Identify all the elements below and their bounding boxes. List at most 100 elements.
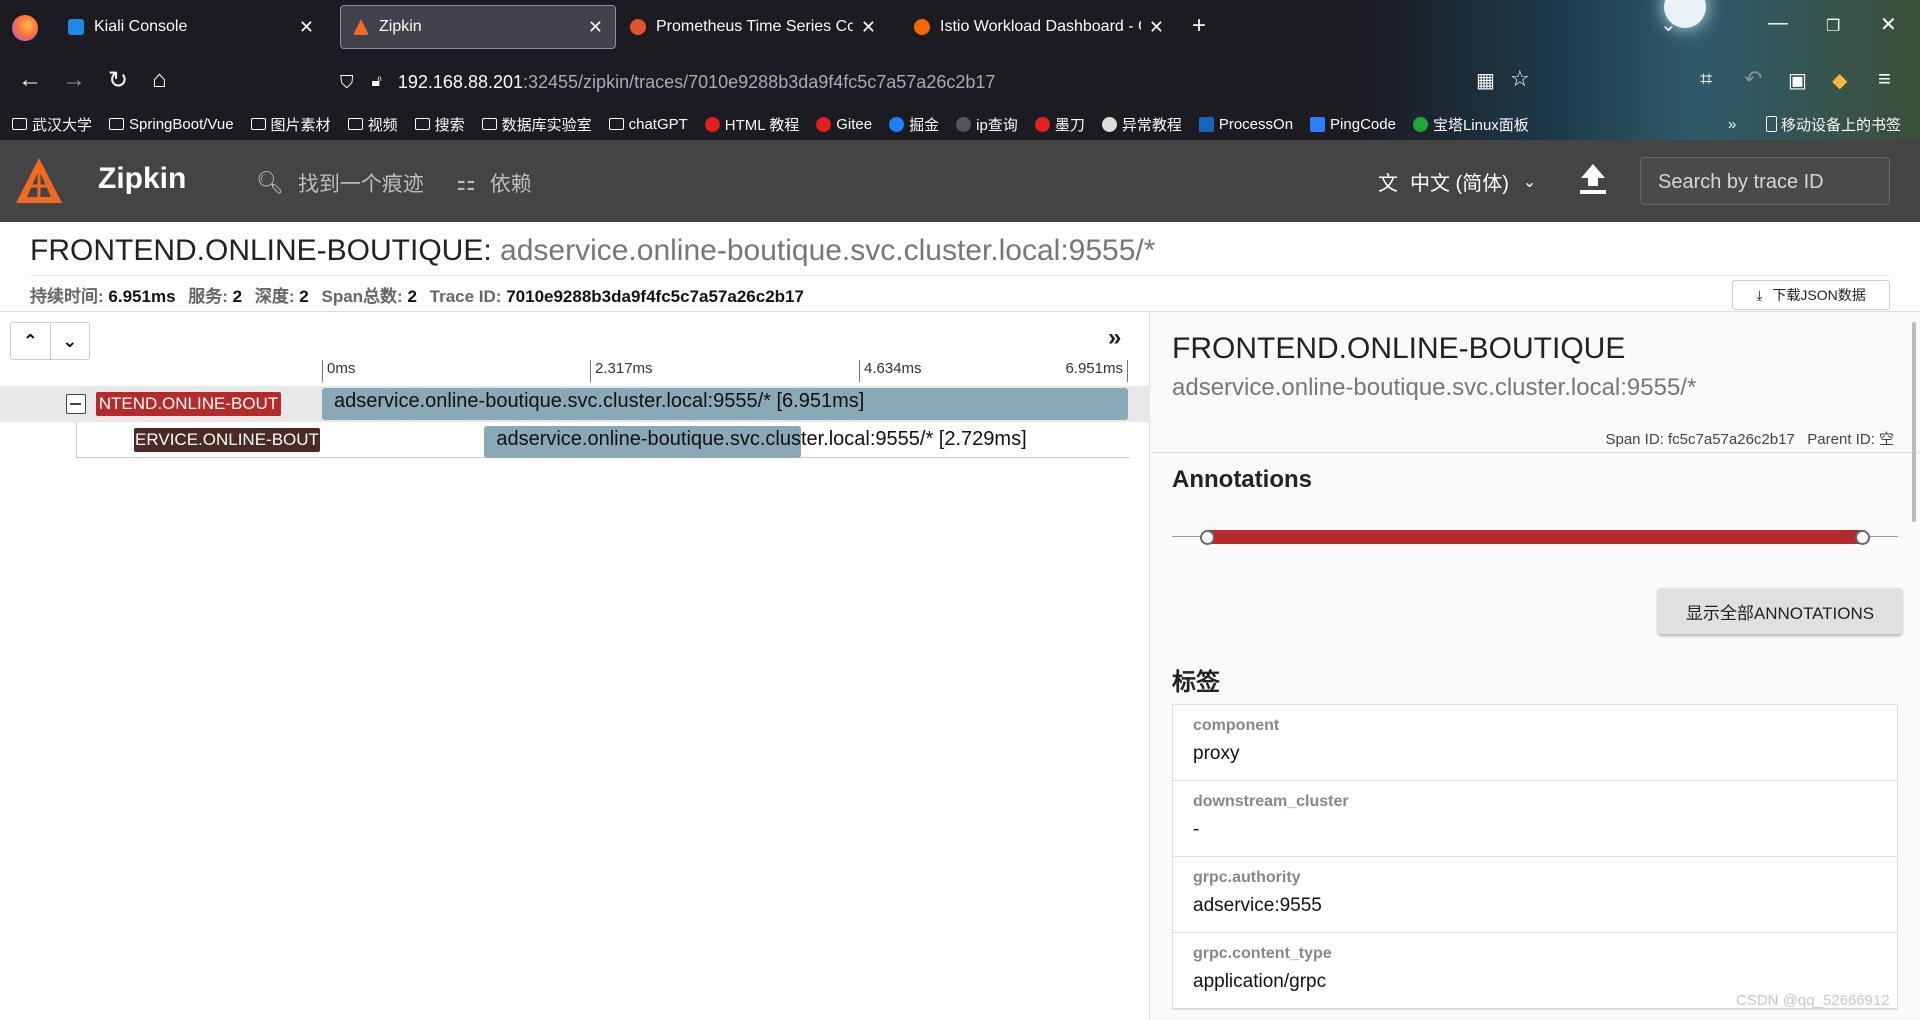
firefox-icon[interactable] (12, 15, 38, 41)
tag-row: component proxy (1173, 705, 1897, 781)
bookmark-star-icon[interactable]: ☆ (1510, 66, 1530, 92)
sidebar-icon[interactable]: ▣ (1788, 68, 1807, 93)
tag-row: grpc.authority adservice:9555 (1173, 857, 1897, 933)
extension-icon[interactable]: ◆ (1832, 68, 1847, 93)
new-tab-button[interactable]: + (1192, 12, 1206, 40)
bookmark-label: Gitee (836, 115, 873, 133)
annotation-end-marker[interactable] (1855, 530, 1870, 545)
chevron-up-icon[interactable]: ⌃ (11, 323, 51, 359)
span-label: adservice.online-boutique.svc.cluster.lo… (334, 390, 865, 412)
bookmark-item[interactable]: ProcessOn (1198, 116, 1293, 133)
bookmark-item[interactable]: 武汉大学 (12, 114, 92, 135)
divider (1152, 452, 1920, 453)
dependencies-icon: ⚏ (456, 170, 476, 195)
bookmark-label: 视频 (367, 116, 398, 134)
prometheus-icon (630, 19, 646, 35)
bookmark-item[interactable]: 视频 (347, 114, 398, 135)
qr-code-icon[interactable]: ▦ (1476, 68, 1495, 93)
close-window-button[interactable]: ✕ (1880, 12, 1897, 37)
tab-istio-dashboard[interactable]: Istio Workload Dashboard - G ✕ (902, 5, 1176, 49)
ip-icon (956, 116, 972, 132)
bookmark-item[interactable]: 墨刀 (1034, 114, 1085, 135)
reload-icon[interactable]: ↻ (108, 66, 128, 95)
restore-button[interactable]: ❐ (1826, 16, 1840, 36)
tab-title: Istio Workload Dashboard - G (940, 18, 1141, 35)
nav-find-trace[interactable]: 🔍︎ 找到一个痕迹 (256, 168, 424, 198)
annotation-start-marker[interactable] (1200, 530, 1215, 545)
bookmark-item[interactable]: 掘金 (889, 114, 939, 135)
show-all-annotations-button[interactable]: 显示全部ANNOTATIONS (1658, 588, 1902, 634)
mobile-bookmarks[interactable]: 移动设备上的书签 (1766, 114, 1901, 135)
depth-value: 2 (299, 287, 309, 306)
bookmark-label: PingCode (1330, 115, 1396, 133)
collapse-toggle-icon[interactable] (66, 394, 86, 414)
detail-scrollbar[interactable] (1912, 322, 1916, 522)
zipkin-logo-icon[interactable] (14, 156, 64, 206)
tags-heading: 标签 (1172, 669, 1220, 696)
url-bar[interactable]: ⛉ 🔓︎ 192.168.88.201:32455/zipkin/traces/… (340, 62, 1528, 102)
app-brand[interactable]: Zipkin (98, 162, 186, 196)
close-tab-icon[interactable]: ✕ (1149, 17, 1164, 38)
tab-title: Kiali Console (94, 18, 188, 35)
forward-icon[interactable]: → (62, 66, 86, 94)
nav-dependencies[interactable]: ⚏ 依赖 (456, 168, 532, 198)
bookmark-item[interactable]: ip查询 (956, 114, 1018, 135)
tab-prometheus[interactable]: Prometheus Time Series Coll ✕ (618, 5, 888, 49)
undo-icon[interactable]: ↶ (1744, 66, 1762, 92)
folder-icon (481, 118, 497, 130)
tag-value: - (1193, 819, 1200, 840)
bookmark-item[interactable]: HTML 教程 (704, 114, 799, 135)
bookmark-item[interactable]: 图片素材 (250, 114, 331, 135)
insecure-lock-icon[interactable]: 🔓︎ (372, 73, 382, 91)
screenshot-crop-icon[interactable]: ⌗ (1700, 66, 1712, 92)
tick-label: 2.317ms (590, 360, 653, 382)
language-selector[interactable]: 文中文 (简体) ⌄ (1378, 167, 1536, 196)
bookmark-item[interactable]: PingCode (1310, 116, 1396, 133)
detail-span-name: adservice.online-boutique.svc.cluster.lo… (1172, 374, 1697, 401)
upload-icon[interactable] (1578, 162, 1608, 196)
bookmark-item[interactable]: 宝塔Linux面板 (1412, 114, 1529, 135)
minimize-button[interactable]: — (1768, 12, 1788, 35)
chevron-down-icon[interactable]: ⌄ (51, 323, 90, 359)
navigation-toolbar: ← → ↻ ⌂ ⛉ 🔓︎ 192.168.88.201:32455/zipkin… (0, 54, 1920, 108)
tracking-shield-icon[interactable]: ⛉ (340, 72, 354, 93)
bookmark-item[interactable]: 搜索 (414, 114, 465, 135)
tab-zipkin[interactable]: Zipkin ✕ (340, 5, 616, 49)
span-service-badge[interactable]: NTEND.ONLINE-BOUT (96, 392, 281, 416)
home-icon[interactable]: ⌂ (152, 66, 167, 94)
exception-icon (1101, 116, 1117, 132)
download-icon: ⤓ (1756, 286, 1763, 303)
more-bookmarks-icon[interactable]: » (1728, 116, 1736, 133)
chevron-down-icon: ⌄ (1522, 173, 1537, 191)
span-id: Span ID: fc5c7a57a26c2b17 (1605, 431, 1795, 448)
span-service-badge[interactable]: ERVICE.ONLINE-BOUT (134, 428, 320, 452)
bookmark-label: 搜索 (434, 116, 465, 134)
timeline-panel: ⌃ ⌄ » 0ms 2.317ms 4.634ms 6.951ms NTEND.… (0, 312, 1150, 1020)
menu-icon[interactable]: ≡ (1878, 66, 1891, 92)
bookmark-label: 移动设备上的书签 (1781, 116, 1902, 134)
bookmark-label: 武汉大学 (32, 116, 93, 134)
bookmark-item[interactable]: 数据库实验室 (481, 114, 592, 135)
bookmark-item[interactable]: chatGPT (608, 115, 688, 133)
close-tab-icon[interactable]: ✕ (299, 17, 314, 38)
back-icon[interactable]: ← (18, 66, 42, 94)
kiali-icon (68, 19, 84, 35)
bookmark-label: SpringBoot/Vue (129, 115, 234, 133)
download-json-button[interactable]: ⤓ 下载JSON数据 (1732, 280, 1890, 310)
trace-id-search-input[interactable]: Search by trace ID (1640, 157, 1890, 205)
bookmark-label: 异常教程 (1121, 116, 1182, 134)
baota-icon (1412, 116, 1428, 132)
bookmark-item[interactable]: SpringBoot/Vue (109, 116, 234, 133)
mobile-icon (1766, 116, 1777, 132)
tab-list-chevron-icon[interactable]: ⌄ (1660, 12, 1677, 37)
services-value: 2 (232, 287, 243, 306)
time-axis: 0ms 2.317ms 4.634ms 6.951ms (322, 360, 1128, 382)
bookmark-item[interactable]: Gitee (816, 116, 872, 133)
bookmark-label: chatGPT (628, 115, 688, 133)
close-tab-icon[interactable]: ✕ (588, 17, 603, 38)
bookmark-item[interactable]: 异常教程 (1101, 114, 1182, 135)
expand-panel-icon[interactable]: » (1108, 324, 1121, 352)
tab-kiali[interactable]: Kiali Console ✕ (56, 5, 326, 49)
close-tab-icon[interactable]: ✕ (861, 17, 876, 38)
search-icon: 🔍︎ (256, 170, 284, 195)
